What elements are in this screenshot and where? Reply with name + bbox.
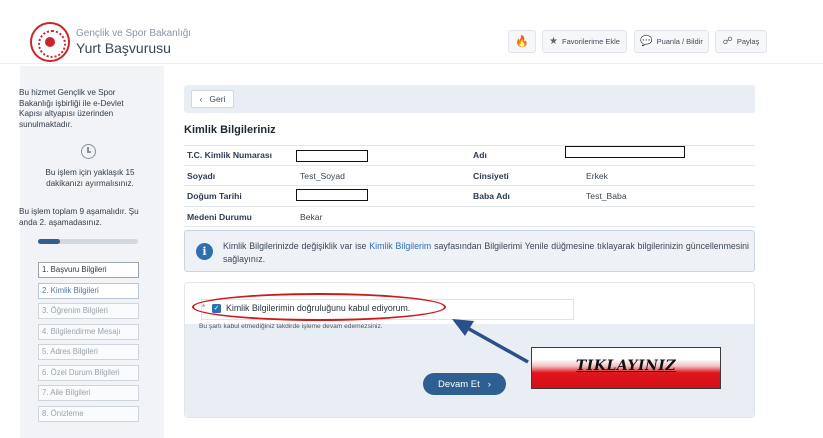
- arrow-head: [452, 319, 474, 336]
- page: Gençlik ve Spor Bakanlığı Yurt Başvurusu…: [0, 0, 823, 438]
- click-here-text: TIKLAYINIZ: [575, 358, 677, 374]
- click-here-callout: TIKLAYINIZ: [531, 347, 721, 389]
- arrow-shaft: [461, 323, 529, 364]
